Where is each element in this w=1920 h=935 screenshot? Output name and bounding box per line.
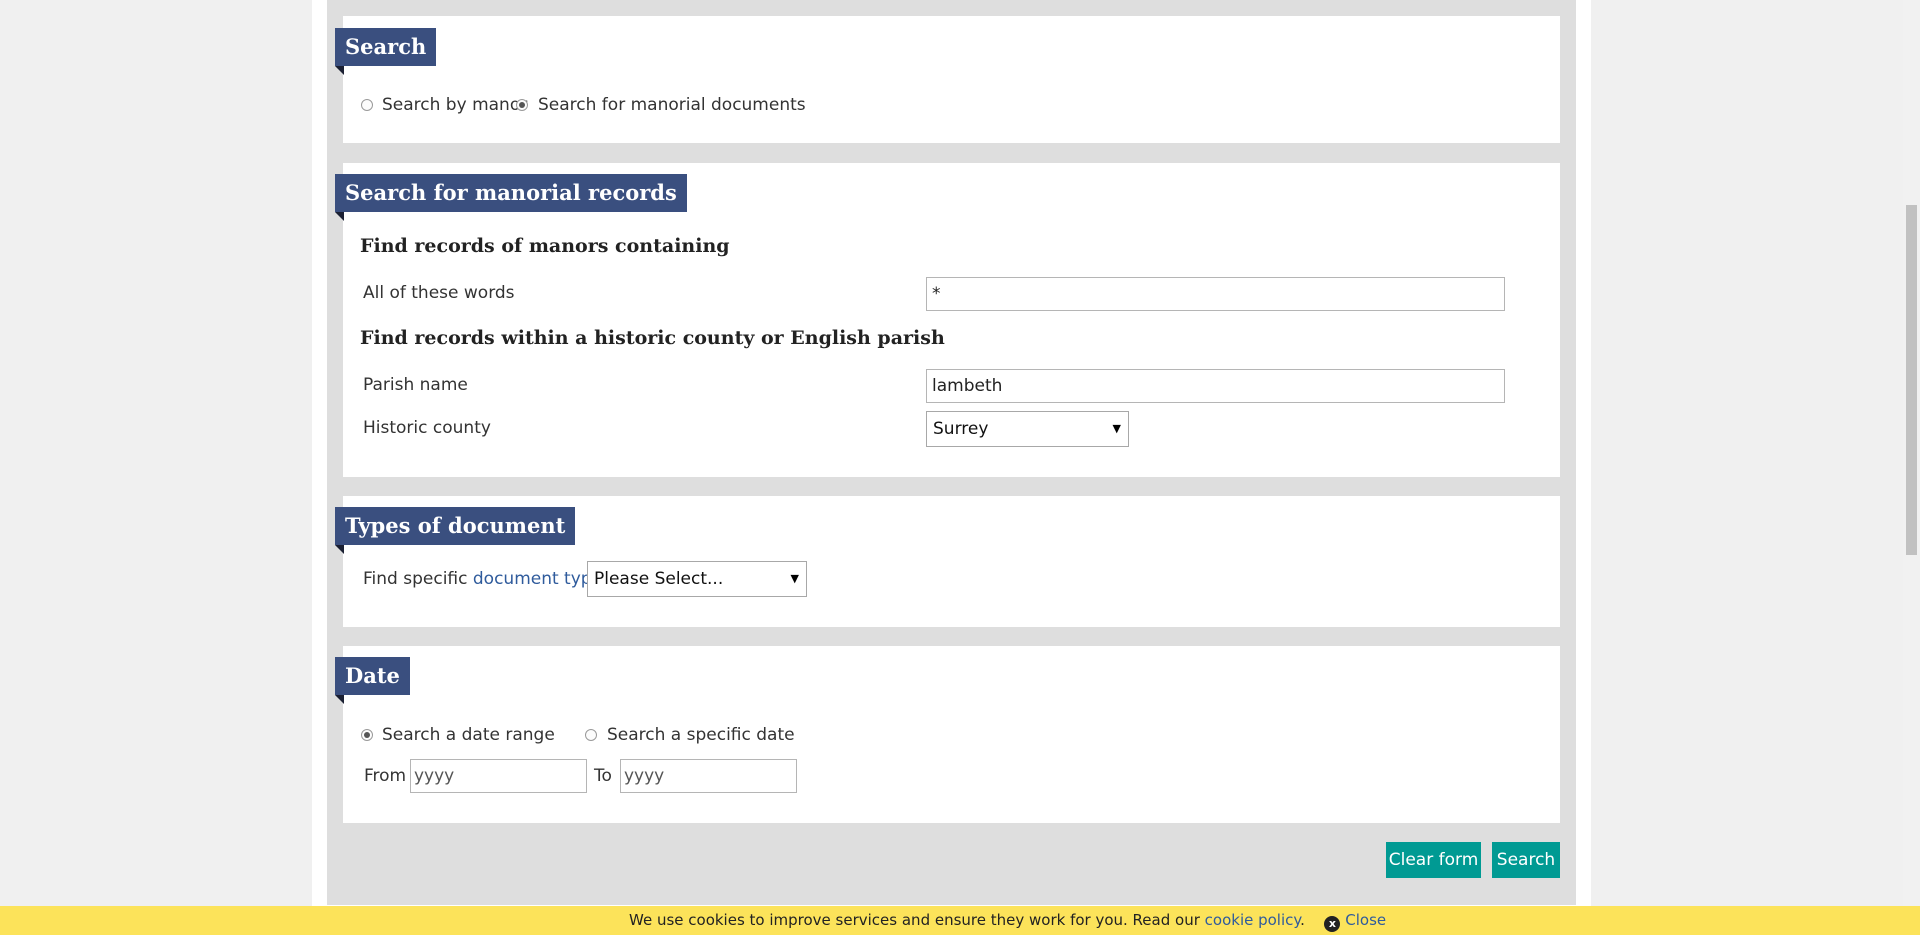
historic-county-label: Historic county [363,418,491,438]
clear-form-button[interactable]: Clear form [1386,842,1481,878]
chevron-down-icon: ▼ [1112,422,1121,435]
manorial-records-heading: Search for manorial records [335,174,687,221]
cookie-banner: We use cookies to improve services and e… [0,906,1920,935]
search-type-heading: Search [335,28,437,75]
all-words-label: All of these words [363,283,515,303]
search-button[interactable]: Search [1492,842,1560,878]
date-heading: Date [335,657,410,704]
search-by-manor-radio[interactable] [361,99,373,111]
county-parish-heading: Find records within a historic county or… [360,327,945,349]
to-label: To [594,766,612,786]
page-scrollbar[interactable] [1903,0,1920,906]
document-types-value: Please Select... [594,569,724,589]
cookie-close-label: Close [1345,911,1387,929]
cookie-close-button[interactable]: x Close [1324,911,1387,932]
chevron-down-icon: ▼ [790,572,799,585]
from-label: From [364,766,407,786]
specific-date-label[interactable]: Search a specific date [607,725,795,745]
scrollbar-thumb[interactable] [1906,205,1917,555]
specific-date-radio[interactable] [585,729,597,741]
cookie-policy-link[interactable]: cookie policy [1205,911,1300,929]
find-specific-text: Find specific [363,569,468,589]
all-words-input[interactable]: * [926,277,1505,311]
date-range-radio[interactable] [361,729,373,741]
search-manorial-documents-radio[interactable] [516,99,528,111]
date-range-label[interactable]: Search a date range [382,725,555,745]
search-manorial-documents-label[interactable]: Search for manorial documents [538,95,806,115]
search-by-manor-label[interactable]: Search by manor [382,95,527,115]
cookie-banner-text: We use cookies to improve services and e… [629,911,1200,929]
close-icon: x [1324,916,1341,932]
document-types-heading: Types of document [335,507,576,554]
cookie-banner-content: We use cookies to improve services and e… [629,906,1386,935]
cookie-banner-period: . [1300,911,1305,929]
historic-county-value: Surrey [933,419,989,439]
historic-county-select[interactable]: Surrey ▼ [926,411,1129,447]
parish-name-input[interactable]: lambeth [926,369,1505,403]
document-types-prompt: Find specific document types [363,569,611,589]
from-year-input[interactable]: yyyy [410,759,587,793]
parish-name-label: Parish name [363,375,468,395]
manors-containing-heading: Find records of manors containing [360,235,730,257]
to-year-input[interactable]: yyyy [620,759,797,793]
document-types-select[interactable]: Please Select... ▼ [587,561,807,597]
search-type-panel [343,16,1560,143]
